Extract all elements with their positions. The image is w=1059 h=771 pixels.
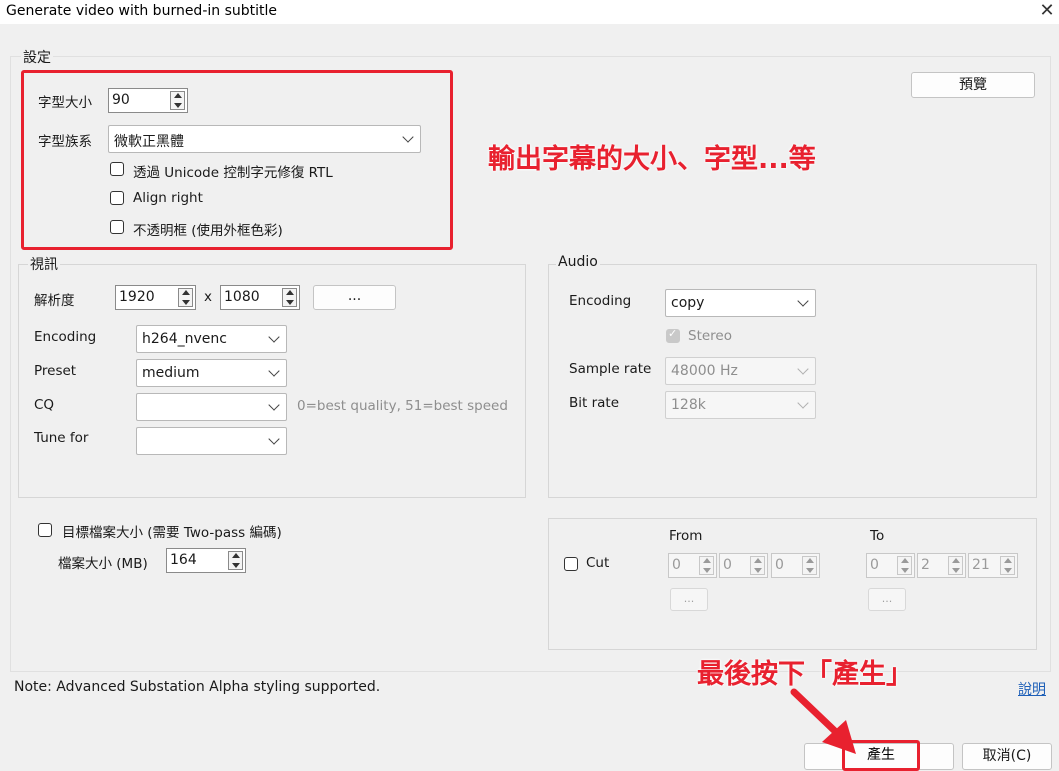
tune-select[interactable] <box>136 427 287 455</box>
to-minutes-stepper[interactable]: 2 <box>917 553 966 578</box>
preview-button[interactable]: 預覽 <box>911 72 1035 98</box>
to-pick-button[interactable]: ... <box>868 588 906 611</box>
audio-encoding-select[interactable]: copy <box>665 289 816 317</box>
stereo-checkbox[interactable] <box>666 327 680 343</box>
cancel-button[interactable]: 取消(C) <box>962 743 1052 770</box>
output-annotation: 輸出字幕的大小、字型...等 <box>488 144 816 175</box>
video-encoding-select[interactable]: h264_nvenc <box>136 325 287 353</box>
from-seconds-stepper[interactable]: 0 <box>771 553 820 578</box>
video-encoding-label: Encoding <box>34 329 97 345</box>
audio-encoding-value: copy <box>671 295 705 311</box>
to-label: To <box>870 528 885 544</box>
settings-highlight-box <box>21 70 453 250</box>
preset-label: Preset <box>34 363 77 379</box>
from-pick-button[interactable]: ... <box>670 588 708 611</box>
window-title: Generate video with burned-in subtitle <box>6 3 278 19</box>
help-link[interactable]: 說明 <box>1018 679 1046 699</box>
bit-rate-value: 128k <box>671 397 706 413</box>
from-minutes-value: 0 <box>723 557 732 573</box>
sample-rate-select[interactable]: 48000 Hz <box>665 357 816 385</box>
spin-arrows-icon[interactable] <box>1000 556 1015 575</box>
chevron-down-icon <box>797 397 809 409</box>
x-separator: x <box>204 289 212 305</box>
spin-arrows-icon[interactable] <box>282 288 297 307</box>
settings-group-title: 設定 <box>21 47 53 67</box>
cq-hint: 0=best quality, 51=best speed <box>297 398 508 414</box>
width-stepper[interactable]: 1920 <box>115 285 196 310</box>
spin-arrows-icon[interactable] <box>699 556 714 575</box>
cq-select[interactable] <box>136 393 287 421</box>
chevron-down-icon <box>268 399 280 411</box>
spin-arrows-icon[interactable] <box>948 556 963 575</box>
from-minutes-stepper[interactable]: 0 <box>719 553 768 578</box>
close-icon[interactable]: ✕ <box>1036 0 1058 22</box>
target-size-label: 目標檔案大小 (需要 Two-pass 編碼) <box>62 525 282 541</box>
spin-arrows-icon[interactable] <box>897 556 912 575</box>
sample-rate-value: 48000 Hz <box>671 363 738 379</box>
cut-group <box>548 518 1037 650</box>
tune-label: Tune for <box>34 430 89 446</box>
resolution-pick-button[interactable]: ... <box>313 285 396 310</box>
sample-rate-label: Sample rate <box>569 361 652 377</box>
chevron-down-icon <box>797 295 809 307</box>
to-hours-value: 0 <box>870 557 879 573</box>
preset-value: medium <box>142 365 200 381</box>
from-hours-stepper[interactable]: 0 <box>668 553 717 578</box>
resolution-label: 解析度 <box>34 293 75 309</box>
styling-note: Note: Advanced Substation Alpha styling … <box>14 679 381 695</box>
to-seconds-value: 21 <box>972 557 990 573</box>
audio-encoding-label: Encoding <box>569 293 632 309</box>
spin-arrows-icon[interactable] <box>178 288 193 307</box>
height-stepper[interactable]: 1080 <box>220 285 300 310</box>
spin-arrows-icon[interactable] <box>802 556 817 575</box>
target-size-checkbox[interactable] <box>38 523 52 537</box>
cut-checkbox[interactable] <box>564 557 578 571</box>
to-seconds-stepper[interactable]: 21 <box>968 553 1018 578</box>
chevron-down-icon <box>268 331 280 343</box>
chevron-down-icon <box>797 363 809 375</box>
chevron-down-icon <box>268 365 280 377</box>
from-hours-value: 0 <box>672 557 681 573</box>
cut-label: Cut <box>586 555 610 571</box>
width-value: 1920 <box>119 289 155 305</box>
height-value: 1080 <box>224 289 260 305</box>
stereo-label: Stereo <box>688 328 732 344</box>
spin-arrows-icon[interactable] <box>750 556 765 575</box>
video-group-title: 視訊 <box>28 254 60 274</box>
to-minutes-value: 2 <box>921 557 930 573</box>
cq-label: CQ <box>34 397 55 413</box>
chevron-down-icon <box>268 433 280 445</box>
from-seconds-value: 0 <box>775 557 784 573</box>
audio-group-title: Audio <box>556 254 600 270</box>
spin-arrows-icon[interactable] <box>228 551 243 570</box>
to-hours-stepper[interactable]: 0 <box>866 553 915 578</box>
preset-select[interactable]: medium <box>136 359 287 387</box>
red-arrow-icon <box>790 688 856 754</box>
from-label: From <box>669 528 703 544</box>
file-size-value: 164 <box>170 552 197 568</box>
file-size-stepper[interactable]: 164 <box>166 548 246 573</box>
bit-rate-label: Bit rate <box>569 395 620 411</box>
file-size-label: 檔案大小 (MB) <box>58 556 148 572</box>
video-encoding-value: h264_nvenc <box>142 331 227 347</box>
bit-rate-select[interactable]: 128k <box>665 391 816 419</box>
